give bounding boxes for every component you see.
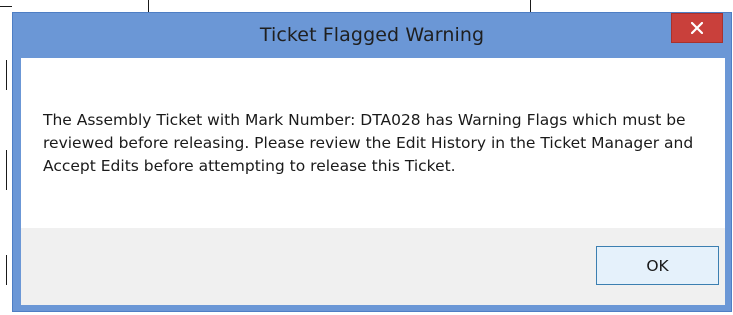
dialog-titlebar[interactable]: Ticket Flagged Warning <box>13 13 731 58</box>
button-bar: OK <box>21 228 725 305</box>
background-gridline <box>530 0 531 12</box>
background-gridline <box>6 150 7 190</box>
ticket-flagged-warning-dialog: Ticket Flagged Warning The Assembly Tick… <box>12 12 732 312</box>
dialog-body: The Assembly Ticket with Mark Number: DT… <box>21 58 725 305</box>
ok-button[interactable]: OK <box>596 246 719 285</box>
message-area: The Assembly Ticket with Mark Number: DT… <box>21 58 725 228</box>
close-icon <box>691 22 703 34</box>
background-gridline <box>6 255 7 285</box>
background-gridline <box>148 0 149 12</box>
background-gridline <box>0 6 12 7</box>
dialog-title: Ticket Flagged Warning <box>259 24 485 46</box>
warning-message: The Assembly Ticket with Mark Number: DT… <box>43 111 694 175</box>
background-gridline <box>6 60 7 90</box>
close-button[interactable] <box>671 13 723 43</box>
